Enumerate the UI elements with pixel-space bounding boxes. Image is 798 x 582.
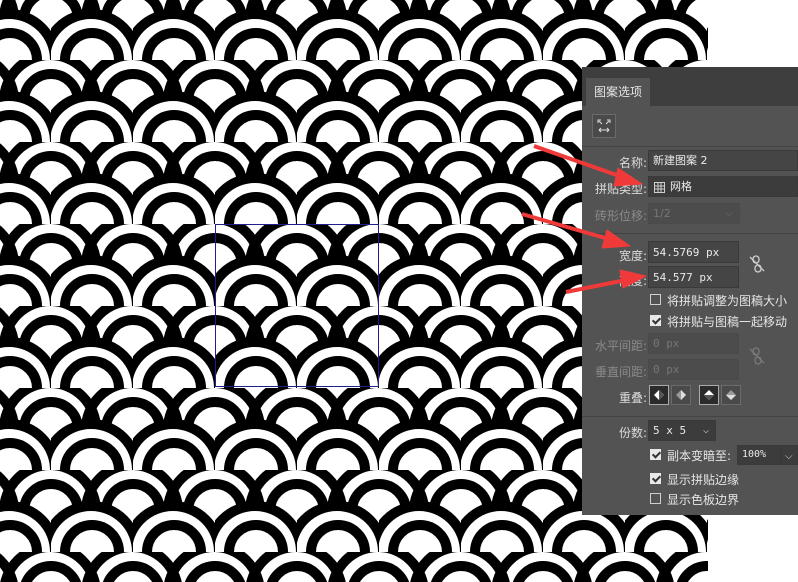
- tab-pattern-options[interactable]: 图案选项: [586, 78, 650, 106]
- dim-copies-label: 副本变暗至:: [667, 449, 732, 463]
- copies-dropdown[interactable]: 5 x 5 ⌵: [648, 420, 716, 441]
- width-label: 宽度:: [618, 249, 647, 263]
- brick-offset-dropdown[interactable]: 1/2 ⌵: [648, 203, 740, 224]
- overlap-left-front-button[interactable]: [649, 385, 669, 405]
- grid-icon: [654, 182, 665, 193]
- brick-offset-value: 1/2: [653, 207, 671, 220]
- diamond-left-icon: [654, 390, 664, 400]
- width-input[interactable]: 54.5769 px: [648, 241, 739, 263]
- link-broken-icon[interactable]: [749, 255, 765, 273]
- chevron-down-icon: ⌵: [725, 208, 733, 219]
- overlap-right-front-button[interactable]: [671, 385, 691, 405]
- overlap-label: 重叠:: [618, 391, 647, 405]
- chevron-down-icon: ⌵: [785, 451, 793, 462]
- dim-copies-dropdown[interactable]: ⌵: [781, 445, 798, 465]
- diamond-top-icon: [704, 390, 714, 400]
- move-tile-checkbox[interactable]: [650, 315, 661, 326]
- pattern-options-panel: 图案选项 名称: 新建图案 2 拼贴类型: 网格 砖形位移: 1/2 ⌵ 宽度:…: [582, 67, 798, 515]
- overlap-bottom-front-button[interactable]: [721, 385, 741, 405]
- copies-label: 份数:: [618, 426, 647, 440]
- v-spacing-input[interactable]: 0 px: [648, 359, 739, 380]
- height-label: 高度:: [618, 274, 647, 288]
- v-spacing-label: 垂直间距:: [594, 365, 647, 379]
- tile-type-dropdown[interactable]: 网格: [648, 176, 798, 197]
- show-tile-edge-label: 显示拼贴边缘: [667, 473, 740, 487]
- diamond-bottom-icon: [726, 390, 736, 400]
- show-swatch-bounds-label: 显示色板边界: [667, 493, 740, 507]
- divider: [582, 146, 798, 147]
- dim-copies-checkbox[interactable]: [650, 449, 661, 460]
- resize-tile-checkbox[interactable]: [650, 294, 661, 305]
- h-spacing-label: 水平间距:: [594, 339, 647, 353]
- height-input[interactable]: 54.577 px: [648, 266, 739, 288]
- copies-value: 5 x 5: [653, 424, 687, 437]
- pattern-tile-tool-button[interactable]: [592, 114, 616, 138]
- divider: [582, 233, 798, 234]
- show-swatch-bounds-checkbox[interactable]: [650, 493, 661, 504]
- name-label: 名称:: [618, 156, 647, 170]
- resize-tile-label: 将拼贴调整为图稿大小: [667, 294, 788, 308]
- show-tile-edge-checkbox[interactable]: [650, 473, 661, 484]
- move-tile-label: 将拼贴与图稿一起移动: [667, 315, 788, 329]
- panel-tab-bar: 图案选项: [582, 67, 798, 106]
- chevron-down-icon: ⌵: [702, 425, 709, 436]
- pattern-tile-tool-icon: [597, 119, 611, 133]
- tile-type-label: 拼贴类型:: [594, 182, 647, 196]
- h-spacing-input[interactable]: 0 px: [648, 333, 739, 354]
- overlap-top-front-button[interactable]: [699, 385, 719, 405]
- tile-type-value: 网格: [670, 180, 692, 193]
- brick-offset-label: 砖形位移:: [594, 209, 647, 223]
- diamond-right-icon: [676, 390, 686, 400]
- dim-copies-input[interactable]: 100%: [737, 445, 781, 465]
- link-broken-icon-disabled: [749, 347, 765, 365]
- divider: [582, 416, 798, 417]
- name-input[interactable]: 新建图案 2: [648, 150, 798, 171]
- pattern-tile-boundary[interactable]: [215, 224, 379, 387]
